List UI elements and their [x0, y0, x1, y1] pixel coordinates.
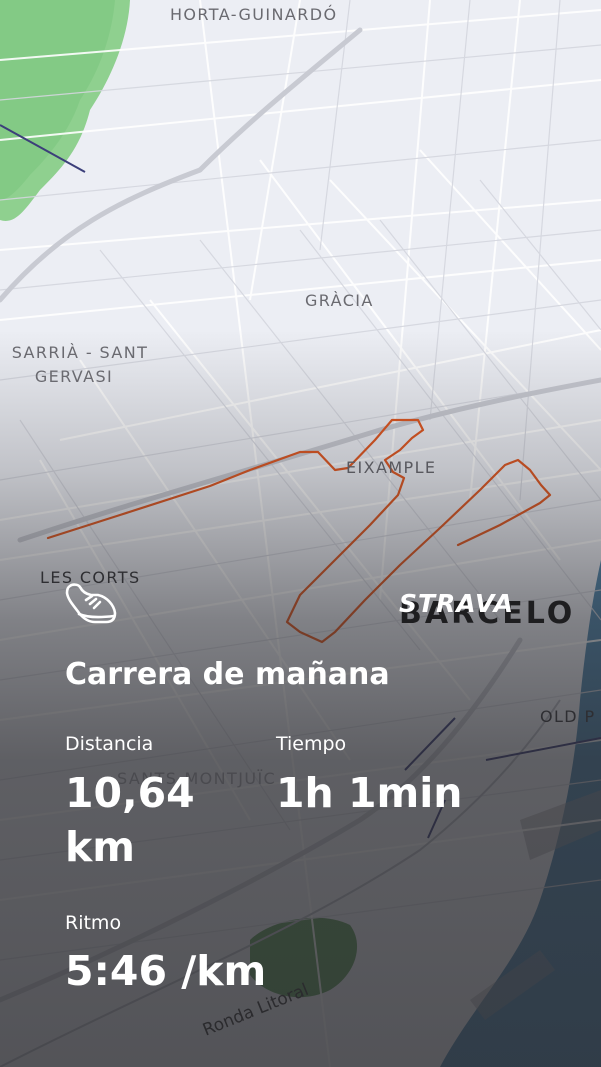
activity-title: Carrera de mañana	[65, 657, 390, 692]
activity-share-card: HORTA-GUINARDÓ GRÀCIA SARRIÀ - SANT GERV…	[0, 0, 601, 1067]
map-label-gracia: GRÀCIA	[305, 291, 374, 310]
map-label-sarria-line1: SARRIÀ - SANT	[11, 343, 149, 362]
map-label-eixample: EIXAMPLE	[346, 458, 437, 477]
time-label: Tiempo	[276, 733, 347, 755]
pace-value: 5:46 /km	[65, 947, 267, 995]
map-label-old-port: OLD P	[540, 707, 596, 726]
bottom-shade-overlay	[0, 0, 601, 1067]
time-value: 1h 1min	[276, 769, 463, 817]
strava-logo: STRAVA	[399, 589, 514, 618]
distance-label: Distancia	[65, 733, 154, 755]
map-label-horta-guinardo: HORTA-GUINARDÓ	[170, 5, 338, 24]
pace-label: Ritmo	[65, 912, 122, 934]
distance-value: 10,64 km	[65, 769, 195, 871]
running-shoe-icon	[65, 583, 117, 624]
map-label-sarria-line2: GERVASI	[34, 367, 114, 386]
